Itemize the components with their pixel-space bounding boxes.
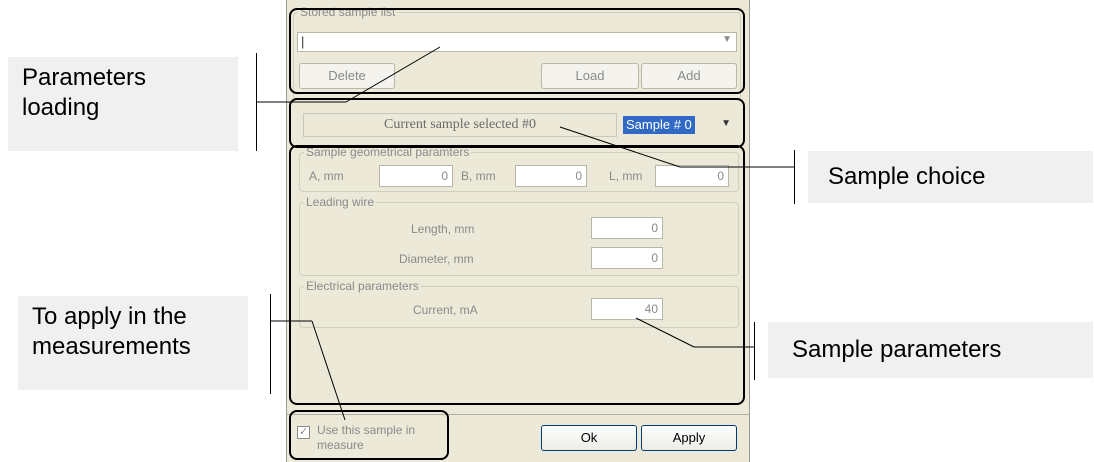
connector-lines: [256, 46, 794, 421]
